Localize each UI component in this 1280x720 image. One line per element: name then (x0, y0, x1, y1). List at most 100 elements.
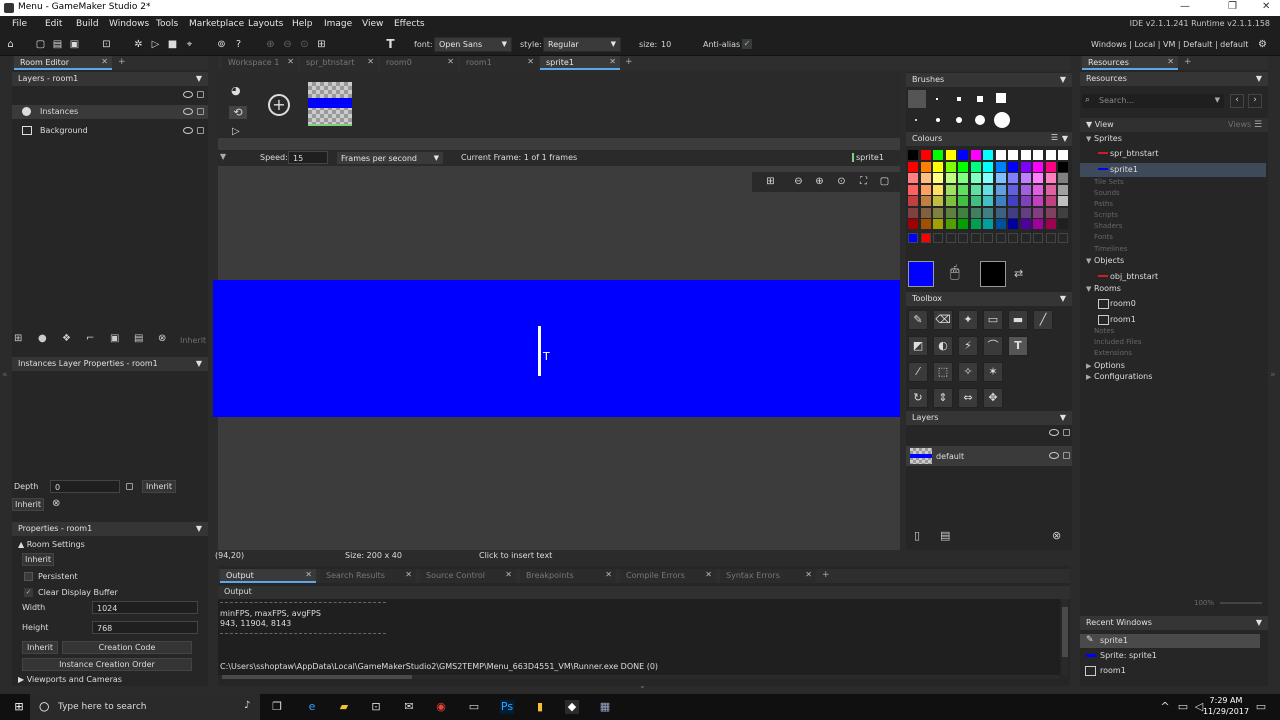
tab-room-editor[interactable]: Room Editor ✕ (14, 56, 112, 70)
fullscreen-icon[interactable]: ⛶ (857, 175, 870, 188)
palette-swatch[interactable] (1020, 219, 1031, 229)
close-icon[interactable]: ✕ (805, 570, 812, 579)
eye-icon[interactable] (1049, 429, 1059, 436)
forward-arrow-icon[interactable]: › (1248, 94, 1262, 108)
move-icon[interactable]: ✥ (983, 388, 1003, 408)
tab-workspace-1[interactable]: Workspace 1 ✕ (222, 56, 298, 70)
instances-props-header[interactable]: Instances Layer Properties - room1 ▼ (12, 357, 208, 371)
palette-swatch[interactable] (908, 219, 918, 229)
palette-swatch[interactable] (1033, 173, 1043, 183)
new-folder-icon[interactable]: ▤ (134, 333, 143, 344)
add-tab-icon[interactable]: + (1184, 57, 1192, 67)
clean-icon[interactable]: ⌖ (183, 38, 196, 51)
tree-toggle-icon[interactable]: ▼ (1086, 257, 1091, 265)
store-icon[interactable]: ⊡ (369, 700, 383, 714)
brush-round-2[interactable] (936, 118, 940, 122)
sprite-canvas[interactable]: T (213, 280, 900, 417)
menu-build[interactable]: Build (76, 19, 99, 29)
recent-colour-swatch[interactable] (970, 233, 981, 243)
file-explorer-icon[interactable]: ▰ (337, 700, 351, 714)
eraser-icon[interactable]: ⌫ (933, 310, 953, 330)
inherit-depth-button[interactable]: Inherit (142, 480, 176, 493)
menu-help[interactable]: Help (292, 19, 313, 29)
palette-swatch[interactable] (1008, 196, 1018, 206)
frame-thumbnail[interactable] (308, 82, 352, 126)
palette-swatch[interactable] (1020, 207, 1031, 218)
colour-remove-icon[interactable]: ✦ (958, 310, 978, 330)
palette-swatch[interactable] (983, 150, 993, 160)
new-layer-icon[interactable]: ▯ (914, 529, 920, 542)
resource-tree-item[interactable]: ▶ Options (1080, 361, 1266, 372)
lock-icon[interactable] (197, 108, 204, 115)
recent-colour-swatch[interactable] (933, 233, 943, 243)
palette-swatch[interactable] (920, 207, 931, 218)
font-select[interactable]: Open Sans ▼ (434, 37, 512, 52)
palette-swatch[interactable] (983, 196, 993, 206)
output-hscrollbar[interactable] (222, 675, 1060, 679)
resource-tree-item[interactable]: ▼ Rooms (1080, 284, 1266, 295)
menu-icon[interactable]: ☰ (1051, 133, 1058, 142)
palette-swatch[interactable] (1008, 161, 1018, 172)
menu-layouts[interactable]: Layouts (248, 19, 283, 29)
palette-swatch[interactable] (958, 184, 968, 195)
tree-toggle-icon[interactable]: ▶ (1086, 362, 1091, 370)
palette-swatch[interactable] (1058, 150, 1068, 160)
scrollbar-thumb[interactable] (1062, 607, 1068, 657)
palette-swatch[interactable] (970, 219, 981, 229)
task-view-icon[interactable]: ❐ (270, 700, 284, 714)
tab-breakpoints[interactable]: Breakpoints ✕ (520, 569, 616, 583)
palette-swatch[interactable] (920, 173, 931, 183)
close-icon[interactable]: ✕ (367, 57, 374, 66)
delete-layer-icon[interactable]: ⊗ (158, 333, 166, 344)
close-icon[interactable]: ✕ (101, 57, 108, 66)
palette-swatch[interactable] (908, 173, 918, 183)
resource-tree-item[interactable]: Scripts (1080, 211, 1266, 222)
grid-icon[interactable]: ⊞ (315, 38, 328, 51)
palette-swatch[interactable] (1045, 150, 1056, 160)
menu-marketplace[interactable]: Marketplace (189, 19, 244, 29)
save-icon[interactable]: ▣ (68, 38, 81, 51)
style-select[interactable]: Regular ▼ (543, 37, 621, 52)
palette-swatch[interactable] (1020, 173, 1031, 183)
eye-icon[interactable] (183, 108, 193, 115)
palette-swatch[interactable] (995, 207, 1006, 218)
palette-swatch[interactable] (983, 173, 993, 183)
close-icon[interactable]: ✕ (609, 57, 616, 66)
recent-windows-header[interactable]: Recent Windows ▼ (1080, 616, 1268, 630)
tab-syntax-errors[interactable]: Syntax Errors ✕ (720, 569, 816, 583)
photoshop-icon[interactable]: Ps (500, 700, 514, 714)
new-tile-layer-icon[interactable]: ⊞ (14, 333, 22, 344)
palette-swatch[interactable] (920, 150, 931, 160)
recent-window-item[interactable]: room1 (1080, 664, 1260, 678)
lock-icon[interactable] (197, 127, 204, 134)
resource-tree-item[interactable]: Fonts (1080, 233, 1266, 244)
clock-date[interactable]: 11/29/2017 (1202, 707, 1250, 716)
palette-swatch[interactable] (1058, 173, 1068, 183)
room-settings-toggle[interactable]: ▲ Room Settings (18, 540, 85, 549)
palette-swatch[interactable] (933, 161, 943, 172)
run-icon[interactable]: ▷ (149, 38, 162, 51)
zoom-in-icon[interactable]: ⊕ (264, 38, 277, 51)
resource-tree-item[interactable]: sprite1 (1080, 163, 1266, 177)
back-arrow-icon[interactable]: ‹ (1230, 94, 1244, 108)
resources-header[interactable]: Resources ▼ (1080, 72, 1268, 86)
palette-swatch[interactable] (1033, 161, 1043, 172)
play-icon[interactable]: ▷ (232, 126, 240, 137)
ellipse-icon[interactable]: ◐ (933, 336, 953, 356)
palette-swatch[interactable] (920, 184, 931, 195)
secondary-colour[interactable] (980, 261, 1006, 287)
palette-swatch[interactable] (945, 196, 956, 206)
selection-icon[interactable]: ⬚ (933, 362, 953, 382)
collapse-right-icon[interactable]: » (1270, 370, 1276, 380)
eye-icon[interactable] (1049, 452, 1059, 459)
palette-swatch[interactable] (945, 173, 956, 183)
close-icon[interactable]: ✕ (305, 570, 312, 579)
open-icon[interactable]: ▤ (51, 38, 64, 51)
menu-windows[interactable]: Windows (109, 19, 149, 29)
lock-icon[interactable] (1063, 429, 1070, 436)
menu-tools[interactable]: Tools (156, 19, 178, 29)
resource-tree-item[interactable]: obj_btnstart (1080, 270, 1266, 284)
menu-file[interactable]: File (12, 19, 27, 29)
palette-swatch[interactable] (1045, 219, 1056, 229)
brush-size-4[interactable] (977, 96, 983, 102)
